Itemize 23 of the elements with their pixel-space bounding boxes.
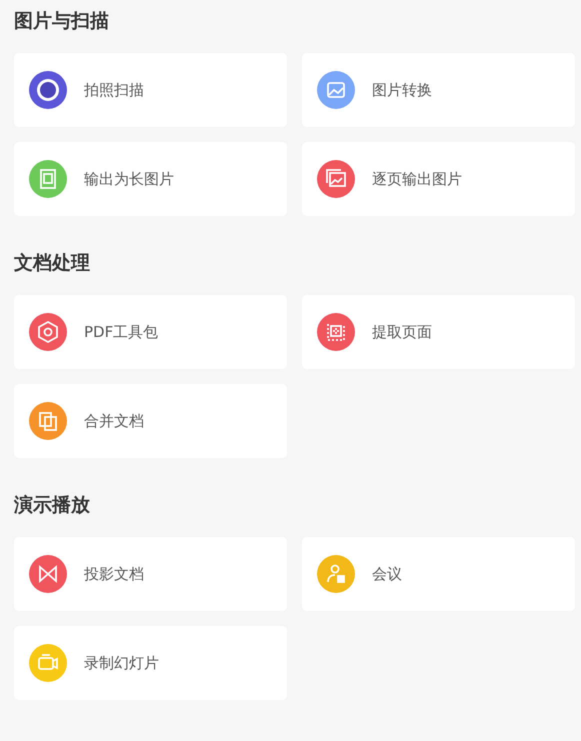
tool-label: 会议 — [372, 564, 402, 584]
tool-label: 录制幻灯片 — [84, 654, 159, 672]
tool-card[interactable]: 录制幻灯片 — [14, 626, 287, 700]
section-title: 图片与扫描 — [14, 9, 110, 34]
tool-card[interactable]: 合并文档 — [14, 384, 287, 458]
tool-card[interactable]: 输出为长图片 — [14, 142, 287, 216]
section-title: 演示播放 — [14, 493, 91, 518]
tool-label: 投影文档 — [84, 564, 144, 584]
tool-label: 图片转换 — [372, 80, 432, 100]
tool-card[interactable]: 投影文档 — [14, 537, 287, 611]
tool-label: 逐页输出图片 — [372, 170, 462, 188]
tool-card[interactable]: PDF工具包 — [14, 295, 287, 369]
tool-card[interactable]: 会议 — [302, 537, 575, 611]
tool-label: PDF工具包 — [84, 322, 158, 342]
section-title: 文档处理 — [14, 251, 91, 276]
tool-label: 提取页面 — [372, 322, 432, 342]
tool-card[interactable]: 提取页面 — [302, 295, 575, 369]
tool-card[interactable]: 拍照扫描 — [14, 53, 287, 127]
tool-card[interactable]: 图片转换 — [302, 53, 575, 127]
tool-label: 合并文档 — [84, 412, 144, 430]
tool-label: 拍照扫描 — [84, 80, 144, 100]
tool-label: 输出为长图片 — [84, 170, 174, 188]
tool-card[interactable]: 逐页输出图片 — [302, 142, 575, 216]
